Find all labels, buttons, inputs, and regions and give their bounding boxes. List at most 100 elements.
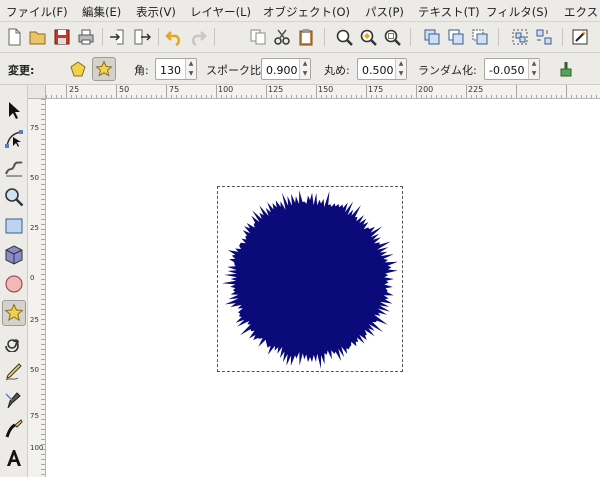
vertical-ruler-ticks	[41, 99, 45, 475]
v-ruler-label: 25	[30, 224, 39, 232]
arrow-icon	[9, 102, 20, 119]
drawing-canvas[interactable]	[46, 99, 600, 477]
tool-controls-bar: 変更: 角: ▲▼ スポーク比: ▲▼ 丸め: ▲▼ ランダム化: ▲▼	[0, 53, 600, 85]
rounded-input[interactable]	[358, 59, 396, 79]
h-ruler-label: 100	[218, 85, 234, 94]
v-ruler-label: 0	[30, 274, 35, 282]
h-ruler-label: 125	[268, 85, 284, 94]
magnifier-icon	[5, 188, 24, 207]
ruler-corner	[28, 85, 46, 99]
toolbox	[0, 85, 28, 477]
vertical-ruler[interactable]: 75 50 25 0 25 50 75 100	[28, 99, 46, 477]
v-ruler-label: 50	[30, 366, 39, 374]
calligraphy-tool[interactable]	[2, 416, 26, 442]
cut-icon[interactable]	[272, 27, 292, 47]
spoke-ratio-label: スポーク比:	[206, 64, 265, 77]
horizontal-ruler[interactable]: 25 50 75 100 125 150 175 200 225	[46, 85, 600, 99]
corners-spinbox[interactable]: ▲▼	[155, 58, 197, 80]
print-icon[interactable]	[76, 27, 96, 47]
h-ruler-label: 225	[468, 85, 484, 94]
star-polygon-icon	[4, 303, 24, 322]
xml-editor-icon[interactable]	[570, 27, 590, 47]
spiral-icon	[5, 339, 19, 352]
clone-icon[interactable]	[446, 27, 466, 47]
3d-box-tool[interactable]	[2, 242, 26, 268]
selector-tool[interactable]	[2, 97, 26, 123]
randomized-label: ランダム化:	[418, 64, 477, 77]
spoke-ratio-spinbox[interactable]: ▲▼	[261, 58, 311, 80]
h-ruler-label: 200	[418, 85, 434, 94]
h-ruler-label: 75	[169, 85, 180, 94]
import-icon[interactable]	[108, 27, 128, 47]
reset-defaults-button[interactable]	[554, 57, 578, 81]
menu-view[interactable]: 表示(V)	[136, 4, 176, 20]
corners-spin-arrows[interactable]: ▲ ▼	[185, 59, 196, 79]
rounded-spin-arrows[interactable]: ▲ ▼	[395, 59, 406, 79]
zoom-drawing-icon[interactable]	[358, 27, 378, 47]
menu-file[interactable]: ファイル(F)	[6, 4, 68, 20]
save-icon[interactable]	[52, 27, 72, 47]
pen-icon	[5, 392, 21, 409]
menu-text[interactable]: テキスト(T)	[418, 4, 480, 20]
menu-object[interactable]: オブジェクト(O)	[263, 4, 350, 20]
spoke-ratio-spin-arrows[interactable]: ▲ ▼	[299, 59, 310, 79]
node-icon	[5, 130, 23, 148]
star-mode-button[interactable]	[92, 57, 116, 81]
h-ruler-label: 25	[69, 85, 80, 94]
star-icon	[95, 60, 113, 77]
paste-icon[interactable]	[296, 27, 316, 47]
polygon-mode-button[interactable]	[66, 57, 90, 81]
open-icon[interactable]	[28, 27, 48, 47]
corners-input[interactable]	[156, 59, 186, 79]
randomized-spinbox[interactable]: ▲▼	[484, 58, 540, 80]
menu-extensions[interactable]: エクス	[564, 4, 598, 20]
unlink-clone-icon[interactable]	[470, 27, 490, 47]
circle-icon	[5, 275, 23, 293]
randomized-input[interactable]	[485, 59, 529, 79]
undo-icon[interactable]	[164, 27, 184, 47]
spiral-tool[interactable]	[2, 329, 26, 355]
v-ruler-label: 50	[30, 174, 39, 182]
rectangle-icon	[5, 218, 23, 234]
v-ruler-label: 25	[30, 316, 39, 324]
text-tool[interactable]	[2, 445, 26, 471]
node-tool[interactable]	[2, 126, 26, 152]
tweak-icon	[5, 161, 23, 177]
pen-tool[interactable]	[2, 387, 26, 413]
export-icon[interactable]	[132, 27, 152, 47]
spoke-ratio-input[interactable]	[262, 59, 300, 79]
polygon-icon	[70, 61, 86, 77]
box-3d-icon	[5, 245, 23, 265]
change-label: 変更:	[8, 64, 35, 77]
menu-edit[interactable]: 編集(E)	[82, 4, 121, 20]
reset-icon	[560, 62, 572, 77]
corners-label: 角:	[134, 64, 149, 77]
duplicate-icon[interactable]	[422, 27, 442, 47]
h-ruler-label: 175	[368, 85, 384, 94]
ungroup-icon[interactable]	[534, 27, 554, 47]
rectangle-tool[interactable]	[2, 213, 26, 239]
zoom-tool[interactable]	[2, 184, 26, 210]
v-ruler-label: 75	[30, 124, 39, 132]
menu-layer[interactable]: レイヤー(L)	[190, 4, 251, 20]
text-a-icon	[7, 450, 21, 466]
calligraphy-icon	[5, 419, 23, 438]
star-tool[interactable]	[2, 300, 26, 326]
copy-icon[interactable]	[248, 27, 268, 47]
pencil-tool[interactable]	[2, 358, 26, 384]
pencil-icon	[5, 363, 22, 381]
tweak-tool[interactable]	[2, 155, 26, 181]
ellipse-tool[interactable]	[2, 271, 26, 297]
zoom-page-icon[interactable]	[382, 27, 402, 47]
rounded-spinbox[interactable]: ▲▼	[357, 58, 407, 80]
v-ruler-label: 100	[30, 444, 44, 452]
redo-icon[interactable]	[188, 27, 208, 47]
randomized-spin-arrows[interactable]: ▲ ▼	[528, 59, 539, 79]
zoom-selection-icon[interactable]	[334, 27, 354, 47]
v-ruler-label: 75	[30, 412, 39, 420]
group-icon[interactable]	[510, 27, 530, 47]
star-shape[interactable]	[217, 186, 403, 372]
new-document-icon[interactable]	[4, 27, 24, 47]
menu-path[interactable]: パス(P)	[365, 4, 404, 20]
menu-filter[interactable]: フィルタ(S)	[486, 4, 548, 20]
